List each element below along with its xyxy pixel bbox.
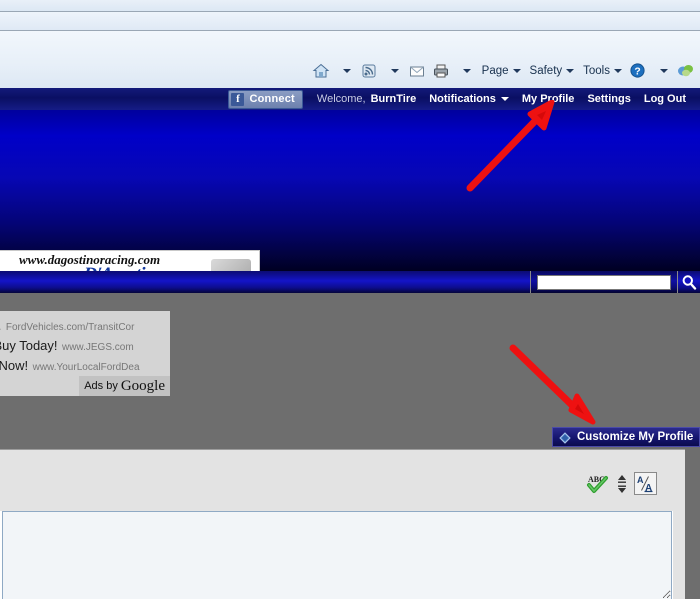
home-button[interactable] <box>309 58 333 84</box>
nav-link-my-profile[interactable]: My Profile <box>522 93 575 105</box>
help-icon: ? <box>629 62 647 80</box>
print-dropdown[interactable] <box>453 58 477 84</box>
rss-feeds-icon <box>360 62 378 80</box>
ad-title: rder-Buy Today! <box>0 338 58 353</box>
spellcheck-button[interactable]: ABC <box>586 473 610 495</box>
safety-menu[interactable]: Safety <box>525 58 579 84</box>
svg-text:A: A <box>637 475 644 485</box>
spellcheck-icon: ABC <box>587 475 608 493</box>
updown-arrows-icon <box>618 474 626 493</box>
my-profile-label: My Profile <box>521 93 575 105</box>
welcome-text: Welcome, <box>316 93 366 105</box>
google-ads-block: Show. FordVehicles.com/TransitCor rder-B… <box>0 311 170 396</box>
site-header: f Connect Welcome, BurnTire Notification… <box>0 88 700 321</box>
text-format-icon: A A <box>637 475 653 493</box>
ad-title: ealer Now! <box>0 358 29 373</box>
search-strip <box>0 271 700 294</box>
ad-url: FordVehicles.com/TransitCor <box>5 322 135 333</box>
facebook-connect-button[interactable]: f Connect <box>228 89 303 109</box>
nav-link-log-out[interactable]: Log Out <box>644 93 686 105</box>
ad-title: Show. <box>0 318 1 333</box>
ie-command-bar: Page Safety Tools ? <box>309 58 700 84</box>
chevron-down-icon <box>342 69 351 73</box>
svg-text:?: ? <box>634 66 640 77</box>
nav-link-settings[interactable]: Settings <box>587 93 630 105</box>
page-menu-label: Page <box>481 65 509 77</box>
browser-chrome: Page Safety Tools ? <box>0 0 700 88</box>
search-box-wrapper <box>530 271 700 293</box>
updown-arrows-button[interactable] <box>616 473 628 495</box>
ad-item[interactable]: rder-Buy Today! www.JEGS.com <box>0 337 134 355</box>
chevron-down-icon <box>390 69 399 73</box>
search-field-frame <box>530 271 678 293</box>
search-input[interactable] <box>537 274 671 290</box>
editor-toolbar-panel: ABC A A <box>0 449 685 511</box>
home-icon <box>312 62 330 80</box>
help-button[interactable]: ? <box>626 58 650 84</box>
right-edge-gray-strip <box>685 449 700 599</box>
customize-my-profile-button[interactable]: Customize My Profile <box>552 427 700 447</box>
editor-tools: ABC A A <box>586 472 657 495</box>
chrome-mid-band <box>0 12 700 30</box>
chevron-down-icon <box>512 69 521 73</box>
ad-url: www.JEGS.com <box>61 342 134 353</box>
chevron-down-icon <box>500 97 509 101</box>
search-icon <box>682 275 697 290</box>
log-out-label: Log Out <box>643 93 686 105</box>
chevron-down-icon <box>462 69 471 73</box>
ads-by-google-attribution[interactable]: Ads by Google <box>79 376 170 396</box>
facebook-connect-label: Connect <box>249 93 295 105</box>
chevron-down-icon <box>566 69 575 73</box>
help-dropdown[interactable] <box>650 58 674 84</box>
feeds-button[interactable] <box>357 58 381 84</box>
message-textarea[interactable] <box>2 511 672 599</box>
editor-right-gutter <box>673 511 685 599</box>
ad-url: www.YourLocalFordDea <box>32 362 140 373</box>
google-wordmark: Google <box>120 377 165 394</box>
chevron-down-icon <box>660 69 668 73</box>
tools-menu[interactable]: Tools <box>578 58 626 84</box>
tools-menu-label: Tools <box>583 65 610 77</box>
read-mail-icon <box>408 62 426 80</box>
facebook-f-icon: f <box>231 92 245 106</box>
msn-icon <box>677 62 695 80</box>
print-button[interactable] <box>429 58 453 84</box>
diamond-icon <box>559 431 571 444</box>
chrome-top-band <box>0 0 700 11</box>
safety-menu-label: Safety <box>529 65 563 77</box>
notifications-label: Notifications <box>429 93 496 105</box>
read-mail-button[interactable] <box>405 58 429 84</box>
settings-label: Settings <box>587 93 631 105</box>
header-body: www.dagostinoracing.com Your #1 rmance S… <box>0 110 700 308</box>
search-button[interactable] <box>678 271 700 293</box>
chevron-down-icon <box>614 69 622 73</box>
ads-by-label: Ads by <box>84 380 118 392</box>
top-navigation-bar: f Connect Welcome, BurnTire Notification… <box>0 88 700 110</box>
feeds-dropdown[interactable] <box>381 58 405 84</box>
msn-button[interactable] <box>674 58 698 84</box>
ad-item[interactable]: Show. FordVehicles.com/TransitCor <box>0 317 134 335</box>
nav-link-notifications[interactable]: Notifications <box>429 93 509 105</box>
customize-my-profile-label: Customize My Profile <box>577 431 694 443</box>
username-label: BurnTire <box>370 93 417 105</box>
ad-item[interactable]: ealer Now! www.YourLocalFordDea <box>0 357 140 375</box>
text-format-button[interactable]: A A <box>634 472 657 495</box>
print-icon <box>432 62 450 80</box>
home-dropdown[interactable] <box>333 58 357 84</box>
page-menu[interactable]: Page <box>477 58 525 84</box>
